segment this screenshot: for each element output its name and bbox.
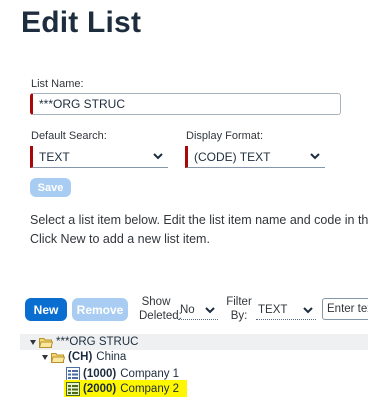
instruction-line-2: Click New to add a new list item.: [30, 232, 210, 246]
list-item-icon: [66, 381, 80, 396]
tree-leaf-code: (1000): [83, 367, 117, 380]
filter-by-label-line2: By:: [230, 310, 248, 322]
folder-open-icon: [39, 337, 53, 348]
expand-triangle-icon[interactable]: [30, 339, 36, 345]
default-search-select[interactable]: TEXT: [30, 146, 168, 168]
instruction-line-1: Select a list item below. Edit the list …: [30, 213, 368, 227]
tree-leaf-company-2[interactable]: (2000) Company 2: [66, 381, 179, 396]
save-button[interactable]: Save: [30, 178, 71, 197]
tree-root-node[interactable]: ***ORG STRUC: [30, 335, 138, 349]
show-deleted-value: No: [180, 303, 195, 316]
filter-by-label: Filter By:: [225, 295, 253, 323]
tree-leaf-code: (2000): [83, 382, 117, 395]
chevron-down-icon: [153, 153, 163, 160]
default-search-label: Default Search:: [31, 130, 107, 142]
chevron-down-icon: [205, 307, 215, 314]
tree-leaf-label: Company 2: [120, 382, 180, 395]
page-title: Edit List: [21, 6, 142, 39]
expand-triangle-icon[interactable]: [42, 354, 48, 360]
filter-by-label-line1: Filter: [226, 296, 252, 308]
remove-button[interactable]: Remove: [72, 298, 128, 321]
show-deleted-select[interactable]: No: [178, 300, 218, 320]
folder-open-icon: [51, 352, 65, 363]
show-deleted-label-line2: Deleted:: [139, 310, 182, 322]
display-format-label: Display Format:: [186, 130, 264, 142]
list-name-label: List Name:: [31, 78, 84, 90]
display-format-value: (CODE) TEXT: [194, 149, 271, 164]
tree-leaf-label: Company 1: [120, 367, 180, 380]
show-deleted-label-line1: Show: [141, 296, 171, 308]
new-button[interactable]: New: [25, 298, 67, 321]
default-search-value: TEXT: [39, 149, 70, 164]
tree-child-label: China: [96, 351, 127, 363]
tree-child-code: (CH): [68, 351, 93, 363]
list-item-icon: [66, 366, 80, 381]
filter-by-value: TEXT: [258, 303, 288, 316]
display-format-select[interactable]: (CODE) TEXT: [185, 146, 325, 168]
filter-by-select[interactable]: TEXT: [256, 300, 316, 320]
tree-leaf-company-1[interactable]: (1000) Company 1: [66, 366, 179, 381]
tree-root-label: ***ORG STRUC: [56, 336, 139, 348]
show-deleted-label: Show Deleted:: [139, 295, 182, 323]
chevron-down-icon: [310, 153, 320, 160]
list-name-field[interactable]: ***ORG STRUC: [30, 93, 341, 115]
tree-child-node[interactable]: (CH) China: [42, 350, 126, 364]
chevron-down-icon: [303, 307, 313, 314]
filter-input[interactable]: Enter tex: [322, 298, 368, 320]
